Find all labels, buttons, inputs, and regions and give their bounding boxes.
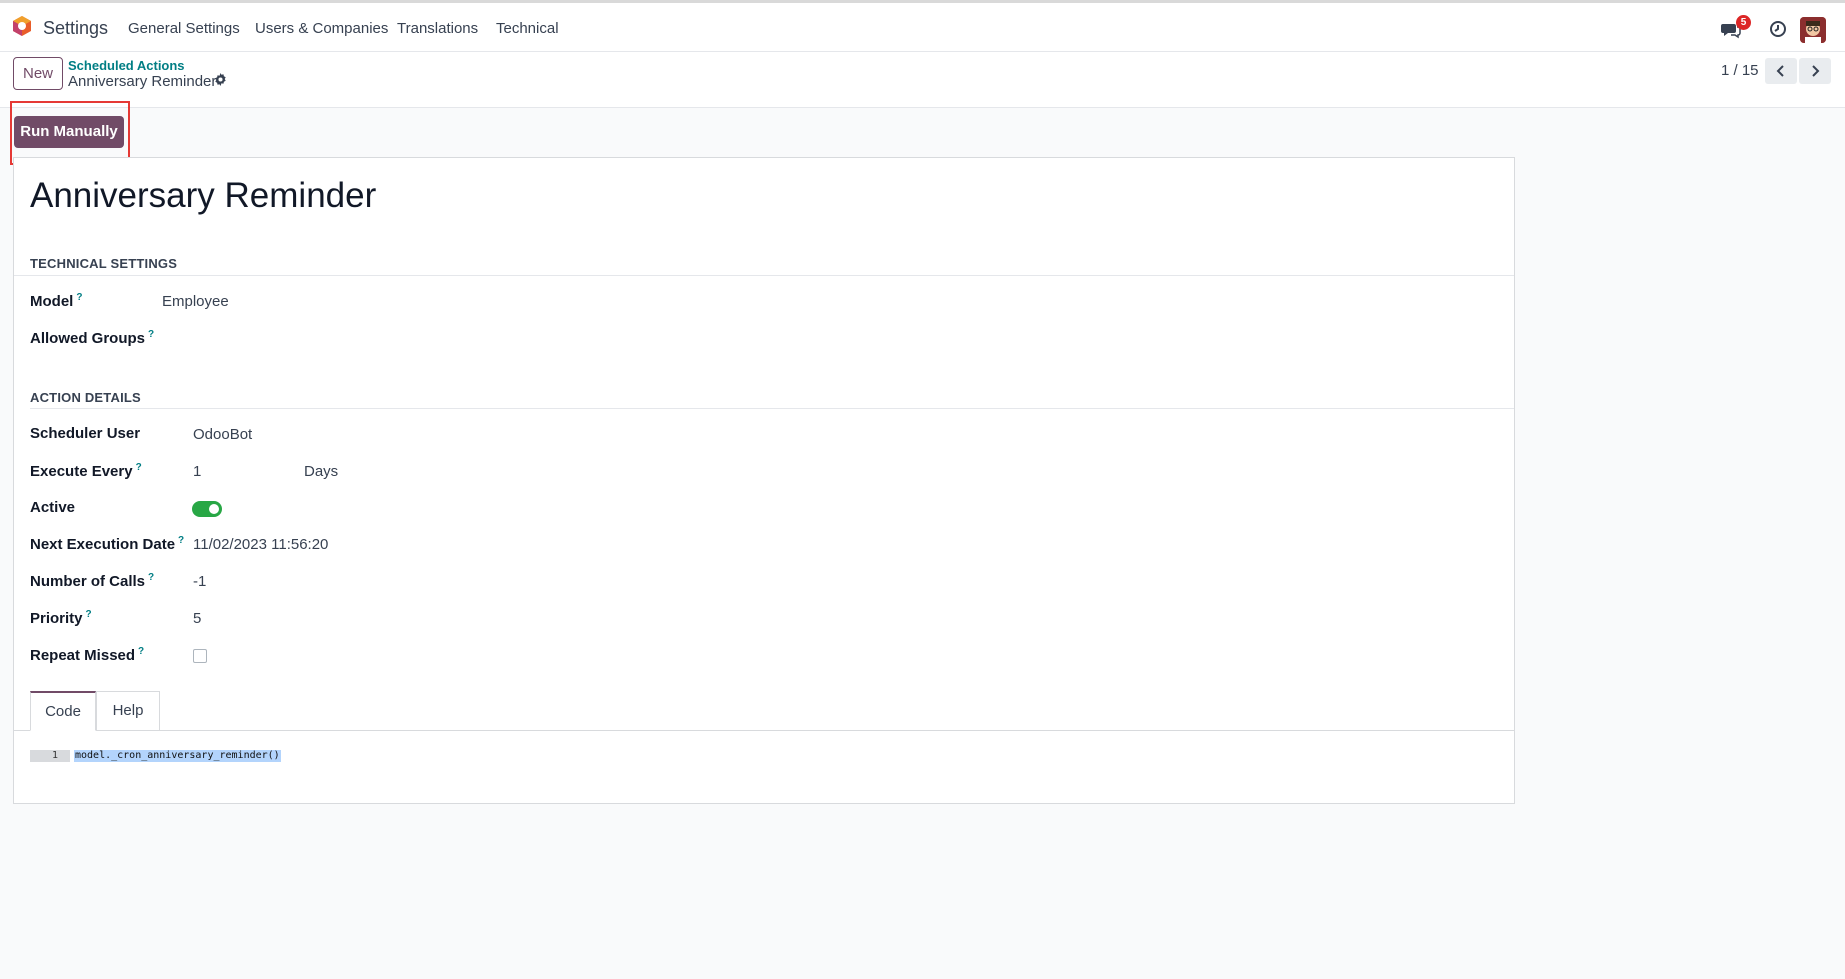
active-label: Active — [30, 499, 76, 516]
execute-every-label: Execute Every? — [30, 462, 142, 480]
scheduler-user-label: Scheduler User — [30, 425, 141, 442]
help-icon: ? — [148, 329, 155, 340]
record-title[interactable]: Anniversary Reminder — [30, 176, 376, 216]
top-navbar: Settings General Settings Users & Compan… — [0, 0, 1845, 52]
scheduler-user-field[interactable]: OdooBot — [193, 426, 252, 443]
help-icon: ? — [85, 609, 92, 620]
number-of-calls-label: Number of Calls? — [30, 572, 155, 590]
pager-previous-button[interactable] — [1765, 58, 1797, 84]
run-manually-button[interactable]: Run Manually — [14, 116, 124, 148]
active-toggle[interactable] — [192, 501, 222, 517]
help-icon: ? — [138, 646, 145, 657]
allowed-groups-field[interactable] — [162, 325, 562, 349]
gear-icon[interactable] — [214, 73, 227, 86]
user-avatar[interactable] — [1800, 17, 1826, 43]
action-details-heading: ACTION DETAILS — [30, 390, 141, 405]
repeat-missed-label: Repeat Missed? — [30, 646, 145, 664]
next-execution-label: Next Execution Date? — [30, 535, 185, 553]
control-panel: New Scheduled Actions Anniversary Remind… — [0, 52, 1845, 108]
help-icon: ? — [178, 535, 185, 546]
tabs-divider — [14, 730, 1514, 731]
number-of-calls-field[interactable]: -1 — [193, 573, 206, 590]
avatar-image-icon — [1800, 17, 1826, 43]
help-icon: ? — [76, 292, 83, 303]
section-divider — [14, 275, 1514, 276]
nav-technical[interactable]: Technical — [496, 20, 559, 37]
app-logo-icon[interactable] — [11, 15, 33, 37]
app-name[interactable]: Settings — [43, 18, 108, 39]
code-line-number: 1 — [30, 750, 70, 762]
priority-field[interactable]: 5 — [193, 610, 201, 627]
model-field[interactable]: Employee — [162, 293, 229, 310]
model-label: Model? — [30, 292, 83, 310]
new-button[interactable]: New — [13, 57, 63, 90]
form-sheet: Anniversary Reminder TECHNICAL SETTINGS … — [13, 157, 1515, 804]
interval-unit-select[interactable]: Days — [304, 463, 338, 480]
allowed-groups-label: Allowed Groups? — [30, 329, 155, 347]
tab-help[interactable]: Help — [96, 691, 160, 731]
pager-value[interactable]: 1 / 15 — [1721, 62, 1759, 79]
chevron-left-icon — [1776, 65, 1784, 77]
nav-general-settings[interactable]: General Settings — [128, 20, 240, 37]
clock-icon[interactable] — [1769, 20, 1787, 38]
execute-every-field[interactable]: 1 — [193, 463, 201, 480]
breadcrumb-scheduled-actions[interactable]: Scheduled Actions — [68, 58, 185, 73]
nav-translations[interactable]: Translations — [397, 20, 478, 37]
code-editor-line[interactable]: model._cron_anniversary_reminder() — [74, 750, 281, 762]
technical-settings-heading: TECHNICAL SETTINGS — [30, 256, 178, 271]
section-divider — [30, 408, 1514, 409]
breadcrumb-current: Anniversary Reminder — [68, 73, 217, 90]
chevron-right-icon — [1812, 65, 1820, 77]
repeat-missed-checkbox[interactable] — [193, 649, 207, 663]
help-icon: ? — [135, 462, 142, 473]
help-icon: ? — [148, 572, 155, 583]
nav-users-companies[interactable]: Users & Companies — [255, 20, 388, 37]
pager-next-button[interactable] — [1799, 58, 1831, 84]
messages-badge: 5 — [1736, 15, 1751, 30]
next-execution-field[interactable]: 11/02/2023 11:56:20 — [193, 536, 328, 553]
priority-label: Priority? — [30, 609, 92, 627]
tab-code[interactable]: Code — [30, 691, 96, 731]
